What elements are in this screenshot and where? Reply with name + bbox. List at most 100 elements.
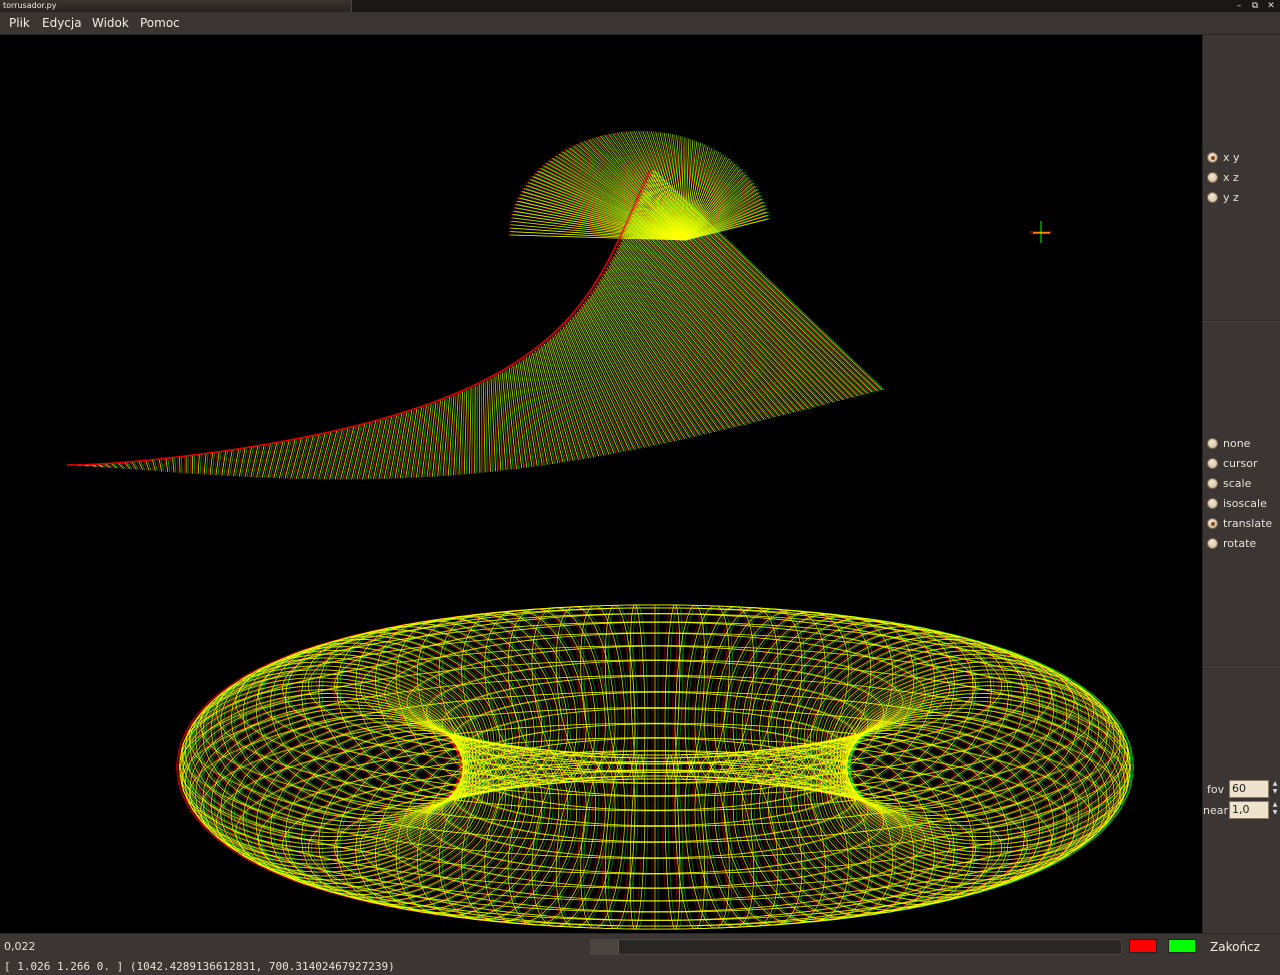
ribbon-strand [197, 454, 200, 475]
minimize-icon[interactable]: – [1232, 0, 1246, 12]
ribbon-strand [273, 441, 284, 479]
ribbon-strand [221, 451, 227, 476]
fov-spin-arrows-icon[interactable]: ▲ ▼ [1271, 780, 1279, 798]
menu-widok[interactable]: Widok [92, 16, 129, 30]
ribbon-strand [254, 445, 263, 478]
menu-edycja[interactable]: Edycja [42, 16, 82, 30]
ribbon-strand [170, 457, 173, 473]
ribbon-strand [199, 454, 202, 475]
radio-label: x y [1223, 151, 1240, 164]
ribbon-strand [307, 434, 320, 480]
near-label: near [1203, 804, 1229, 817]
ribbon-strand [399, 410, 413, 479]
ribbon-strand [367, 419, 382, 480]
ribbon-strand [195, 454, 198, 475]
ribbon-strand [469, 387, 472, 474]
ribbon-strand [356, 422, 371, 480]
radio-dot[interactable] [1207, 518, 1218, 529]
ribbon-strand [167, 458, 171, 473]
right-eye-color-button[interactable] [1168, 939, 1196, 953]
radio-label: rotate [1223, 537, 1257, 550]
ribbon-strand [250, 446, 259, 478]
ribbon-strand [618, 244, 765, 421]
slider-handle[interactable] [591, 940, 619, 954]
ribbon-strand [258, 445, 267, 478]
ribbon-strand [225, 450, 231, 476]
ribbon-strand [201, 453, 205, 475]
near-input[interactable]: 1,0 [1229, 801, 1269, 819]
ribbon-strand [373, 418, 387, 480]
quit-button[interactable]: Zakończ [1210, 940, 1260, 954]
ribbon-strand [362, 421, 377, 480]
ribbon-strand [476, 386, 478, 474]
radio-label: cursor [1223, 457, 1258, 470]
radio-dot[interactable] [1207, 152, 1218, 163]
ribbon-strand [136, 461, 142, 471]
ribbon-strand [517, 363, 535, 467]
ribbon-strand [252, 446, 261, 478]
ribbon-strand [478, 384, 481, 473]
ribbon-strand [345, 425, 360, 480]
ribbon-strand [193, 455, 196, 474]
radio-dot[interactable] [1207, 498, 1218, 509]
maximize-icon[interactable]: ⧉ [1248, 0, 1262, 12]
ribbon-strand [177, 457, 179, 473]
near-spin-arrows-icon[interactable]: ▲ ▼ [1271, 801, 1279, 819]
fov-label: fov [1207, 783, 1225, 796]
ribbon-strand [179, 457, 181, 473]
near-row: near 1,0 ▲ ▼ [1203, 801, 1280, 821]
divider [1203, 666, 1280, 667]
ribbon-strand [474, 386, 476, 474]
fov-input[interactable]: 60 [1229, 780, 1269, 798]
radio-dot[interactable] [1207, 438, 1218, 449]
left-eye-color-button[interactable] [1129, 939, 1157, 953]
radio-label: isoscale [1223, 497, 1267, 510]
radio-dot[interactable] [1207, 172, 1218, 183]
eye-separation-slider[interactable] [590, 939, 1122, 955]
ribbon-strand [552, 336, 595, 458]
ribbon-strand [174, 457, 177, 473]
window-title-tab[interactable]: torrusador.py [0, 0, 352, 12]
radio-label: translate [1223, 517, 1273, 530]
wireframe-scene[interactable] [0, 35, 1202, 933]
radio-dot[interactable] [1207, 192, 1218, 203]
menu-plik[interactable]: Plik [9, 16, 30, 30]
render-canvas[interactable] [0, 35, 1202, 933]
eye-separation-value: 0,022 [4, 940, 36, 953]
radio-dot[interactable] [1207, 538, 1218, 549]
ribbon-strand [181, 457, 183, 473]
radio-label: x z [1223, 171, 1239, 184]
divider [1203, 321, 1280, 322]
ribbon-strand [147, 460, 152, 471]
radio-label: none [1223, 437, 1251, 450]
close-icon[interactable]: ✕ [1264, 0, 1278, 12]
ribbon-strand [203, 453, 207, 475]
menubar: Plik Edycja Widok Pomoc [0, 12, 1280, 35]
status-text: [ 1.026 1.266 0. ] (1042.4289136612831, … [4, 960, 395, 973]
statusbar: [ 1.026 1.266 0. ] (1042.4289136612831, … [0, 959, 1280, 975]
ribbon-strand [312, 433, 326, 480]
ribbon-strand [165, 458, 169, 473]
ribbon-strand [172, 457, 175, 473]
ribbon-strand [223, 451, 229, 476]
menu-pomoc[interactable]: Pomoc [140, 16, 180, 30]
ribbon-strand [256, 445, 265, 478]
ribbon-strand [138, 461, 144, 471]
window-titlebar: torrusador.py – ⧉ ✕ [0, 0, 1280, 12]
radio-dot[interactable] [1207, 478, 1218, 489]
bottom-toolbar: 0,022 Zakończ [0, 933, 1280, 959]
ribbon-strand [482, 382, 486, 473]
ribbon-strand [275, 441, 286, 479]
ribbon-strand [189, 455, 192, 474]
ribbon-strand [271, 441, 282, 479]
ribbon-strand [191, 455, 194, 474]
ribbon-strand [205, 453, 209, 475]
radio-dot[interactable] [1207, 458, 1218, 469]
radio-label: scale [1223, 477, 1252, 490]
ribbon-strand [515, 363, 533, 467]
ribbon-strand [227, 450, 233, 476]
ribbon-strand [219, 451, 225, 476]
radio-label: y z [1223, 191, 1239, 204]
fov-row: fov 60 ▲ ▼ [1203, 780, 1280, 800]
ribbon-strand [351, 424, 366, 480]
